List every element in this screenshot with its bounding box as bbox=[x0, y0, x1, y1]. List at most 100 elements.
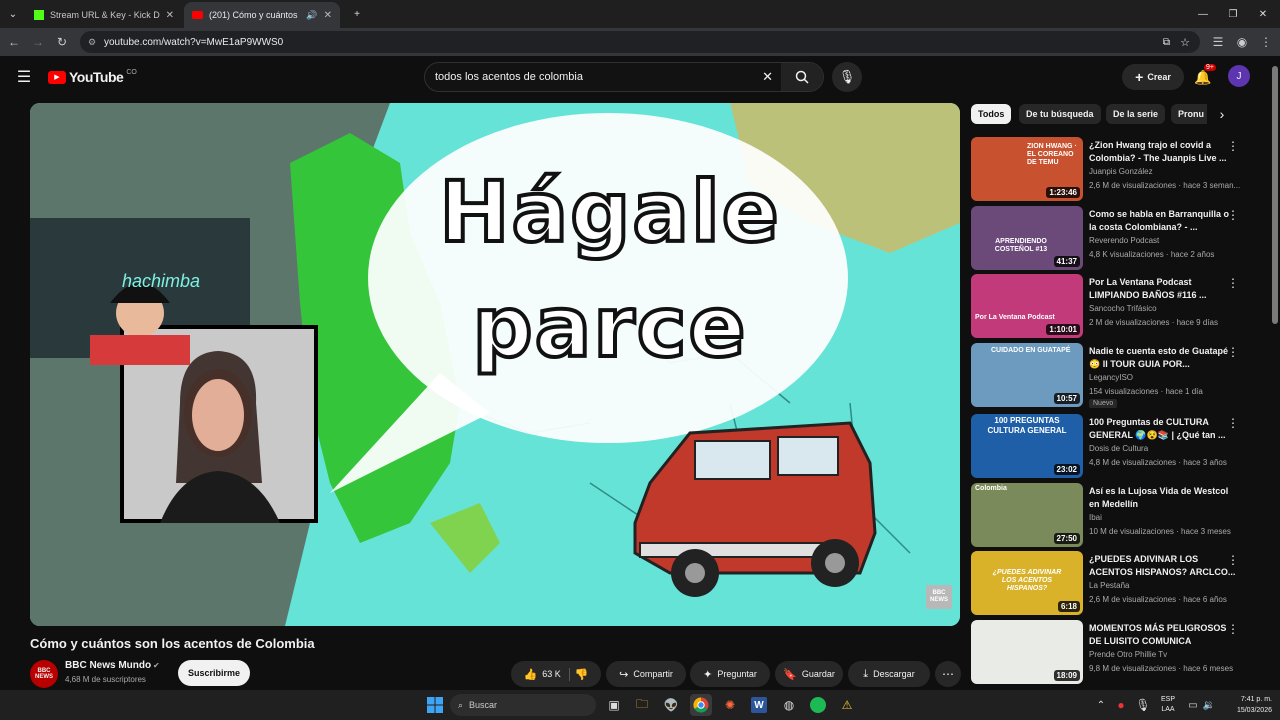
word-icon[interactable]: W bbox=[748, 694, 770, 716]
clear-search-icon[interactable]: ✕ bbox=[762, 69, 773, 85]
spotify-icon[interactable] bbox=[807, 694, 829, 716]
tab-youtube[interactable]: (201) Cómo y cuántos son l 🔊 ✕ bbox=[184, 2, 340, 28]
chip-pronu[interactable]: Pronu bbox=[1171, 104, 1207, 124]
search-input[interactable]: todos los acentos de colombia ✕ bbox=[424, 62, 824, 92]
video-thumbnail[interactable]: ZION HWANG · EL COREANO DE TEMU 1:23:46 bbox=[971, 137, 1083, 201]
file-explorer-icon[interactable]: 🗀 bbox=[631, 694, 653, 716]
chip-de-la-serie[interactable]: De la serie bbox=[1106, 104, 1166, 124]
tab-title: Stream URL & Key - Kick Dashb bbox=[50, 10, 160, 20]
more-options-icon[interactable]: ⋮ bbox=[1227, 416, 1239, 430]
close-tab-icon[interactable]: ✕ bbox=[324, 10, 332, 21]
back-icon[interactable]: ← bbox=[2, 28, 26, 56]
channel-name[interactable]: BBC News Mundo bbox=[65, 660, 151, 671]
warning-app-icon[interactable]: ⚠ bbox=[836, 694, 858, 716]
thumbs-down-icon[interactable]: 👎 bbox=[575, 668, 589, 681]
reload-icon[interactable]: ↻ bbox=[50, 28, 74, 56]
video-thumbnail[interactable]: Colombia 27:50 bbox=[971, 483, 1083, 547]
duration-badge: 1:10:01 bbox=[1046, 324, 1080, 335]
chip-de-tu-busqueda[interactable]: De tu búsqueda bbox=[1019, 104, 1101, 124]
forward-icon[interactable]: → bbox=[26, 28, 50, 56]
more-options-icon[interactable]: ⋮ bbox=[1227, 622, 1239, 636]
video-player[interactable]: Hágale parce hachimba BBC NEWS bbox=[30, 103, 960, 626]
recommendation-item[interactable]: 18:09 MOMENTOS MÁS PELIGROSOS DE LUISITO… bbox=[971, 620, 1267, 684]
alien-app-icon[interactable]: 👽 bbox=[660, 694, 682, 716]
recommendation-item[interactable]: ZION HWANG · EL COREANO DE TEMU 1:23:46 … bbox=[971, 137, 1267, 201]
minimize-icon[interactable]: — bbox=[1186, 0, 1220, 28]
recommendation-item[interactable]: 100 PREGUNTAS CULTURA GENERAL 23:02 100 … bbox=[971, 414, 1267, 478]
more-options-icon[interactable]: ⋮ bbox=[1227, 276, 1239, 290]
share-button[interactable]: ↪ Compartir bbox=[606, 661, 686, 687]
profile-icon[interactable]: ◉ bbox=[1230, 28, 1254, 56]
channel-avatar[interactable]: BBC NEWS bbox=[30, 660, 58, 688]
recommendation-channel: La Pestaña bbox=[1089, 581, 1130, 590]
recording-tray-icon[interactable]: ● bbox=[1110, 694, 1132, 716]
tab-search-icon[interactable]: ⌄ bbox=[0, 0, 26, 28]
recommendation-item[interactable]: Colombia 27:50 Así es la Lujosa Vida de … bbox=[971, 483, 1267, 547]
create-label: Crear bbox=[1147, 72, 1171, 82]
more-actions-button[interactable]: ⋯ bbox=[935, 661, 961, 687]
recommendation-title: Nadie te cuenta esto de Guatapé 😳 ll TOU… bbox=[1089, 346, 1229, 369]
bookmark-star-icon[interactable]: ☆ bbox=[1180, 36, 1190, 49]
burst-app-icon[interactable]: ✺ bbox=[719, 694, 741, 716]
clock[interactable]: 7:41 p. m. 15/03/2026 bbox=[1220, 694, 1272, 716]
youtube-logo[interactable]: ▶ YouTube CO bbox=[48, 69, 137, 85]
save-button[interactable]: 🔖 Guardar bbox=[775, 661, 843, 687]
obs-icon[interactable]: ◍ bbox=[778, 694, 800, 716]
like-button[interactable]: 👍 63 K bbox=[524, 667, 570, 681]
tab-kick-dashboard[interactable]: Stream URL & Key - Kick Dashb ✕ bbox=[26, 2, 182, 28]
region-code: CO bbox=[126, 68, 137, 76]
recommendation-title: MOMENTOS MÁS PELIGROSOS DE LUISITO COMUN… bbox=[1089, 623, 1227, 646]
video-thumbnail[interactable]: APRENDIENDO COSTEÑOL #13 41:37 bbox=[971, 206, 1083, 270]
avatar[interactable]: J bbox=[1228, 65, 1250, 87]
close-tab-icon[interactable]: ✕ bbox=[166, 10, 174, 21]
thumbnail-text: ZION HWANG · EL COREANO DE TEMU bbox=[1027, 143, 1077, 166]
close-window-icon[interactable]: ✕ bbox=[1246, 0, 1280, 28]
video-thumbnail[interactable]: Por La Ventana Podcast 1:10:01 bbox=[971, 274, 1083, 338]
site-info-icon[interactable]: ⚙ bbox=[88, 37, 96, 48]
more-options-icon[interactable]: ⋮ bbox=[1227, 553, 1239, 567]
notifications-icon[interactable]: 🔔 9+ bbox=[1190, 64, 1216, 90]
create-button[interactable]: + Crear bbox=[1122, 64, 1184, 90]
ask-button[interactable]: ✦ Preguntar bbox=[690, 661, 770, 687]
volume-tray-icon[interactable]: 🔉 bbox=[1198, 694, 1220, 716]
microphone-tray-icon[interactable]: 🎙 bbox=[1132, 694, 1154, 716]
more-options-icon[interactable]: ⋮ bbox=[1227, 208, 1239, 222]
speaker-icon[interactable]: 🔊 bbox=[306, 10, 317, 21]
url-field[interactable]: ⚙ youtube.com/watch?v=MwE1aP9WWS0 ⧉ ☆ bbox=[80, 31, 1200, 53]
video-thumbnail[interactable]: 18:09 bbox=[971, 620, 1083, 684]
show-hidden-icons-chevron-icon[interactable]: ⌃ bbox=[1090, 694, 1112, 716]
reading-list-icon[interactable]: ☰ bbox=[1206, 28, 1230, 56]
verified-icon: ✔ bbox=[153, 661, 160, 670]
hamburger-menu-icon[interactable]: ☰ bbox=[12, 66, 36, 88]
install-icon[interactable]: ⧉ bbox=[1163, 37, 1170, 48]
windows-start-icon[interactable] bbox=[424, 694, 446, 716]
menu-icon[interactable]: ⋮ bbox=[1254, 28, 1278, 56]
thumbnail-text: CUIDADO EN GUATAPÉ bbox=[991, 347, 1071, 354]
video-thumbnail[interactable]: 100 PREGUNTAS CULTURA GENERAL 23:02 bbox=[971, 414, 1083, 478]
download-button[interactable]: ⤓ Descargar bbox=[848, 661, 930, 687]
recommendation-item[interactable]: ¿PUEDES ADIVINAR LOS ACENTOS HISPANOS? 6… bbox=[971, 551, 1267, 615]
task-view-icon[interactable]: ▣ bbox=[603, 694, 625, 716]
search-button[interactable] bbox=[781, 63, 823, 91]
download-icon: ⤓ bbox=[863, 667, 869, 680]
more-options-icon[interactable]: ⋮ bbox=[1227, 345, 1239, 359]
new-tab-icon[interactable]: + bbox=[340, 0, 374, 28]
video-thumbnail[interactable]: CUIDADO EN GUATAPÉ 10:57 bbox=[971, 343, 1083, 407]
youtube-page: ☰ ▶ YouTube CO todos los acentos de colo… bbox=[0, 56, 1280, 690]
restore-icon[interactable]: ❐ bbox=[1216, 0, 1250, 28]
subscribe-button[interactable]: Suscribirme bbox=[178, 660, 250, 686]
recommendation-item[interactable]: CUIDADO EN GUATAPÉ 10:57 Nadie te cuenta… bbox=[971, 343, 1267, 408]
duration-badge: 41:37 bbox=[1053, 256, 1080, 267]
recommendation-item[interactable]: APRENDIENDO COSTEÑOL #13 41:37 Como se h… bbox=[971, 206, 1267, 270]
video-thumbnail[interactable]: ¿PUEDES ADIVINAR LOS ACENTOS HISPANOS? 6… bbox=[971, 551, 1083, 615]
voice-search-icon[interactable]: 🎙 bbox=[832, 62, 862, 92]
chip-todos[interactable]: Todos bbox=[971, 104, 1012, 124]
chrome-icon[interactable] bbox=[690, 694, 712, 716]
recommendation-item[interactable]: Por La Ventana Podcast 1:10:01 Por La Ve… bbox=[971, 274, 1267, 338]
taskbar-search[interactable]: ⌕ Buscar bbox=[450, 694, 596, 716]
language-indicator[interactable]: ESP LAA bbox=[1156, 695, 1180, 715]
more-options-icon[interactable]: ⋮ bbox=[1227, 139, 1239, 153]
recommendation-title: 100 Preguntas de CULTURA GENERAL 🌍😵📚 | ¿… bbox=[1089, 417, 1226, 440]
chips-next-chevron-icon[interactable]: › bbox=[1212, 104, 1232, 124]
page-scrollbar[interactable] bbox=[1272, 66, 1278, 324]
